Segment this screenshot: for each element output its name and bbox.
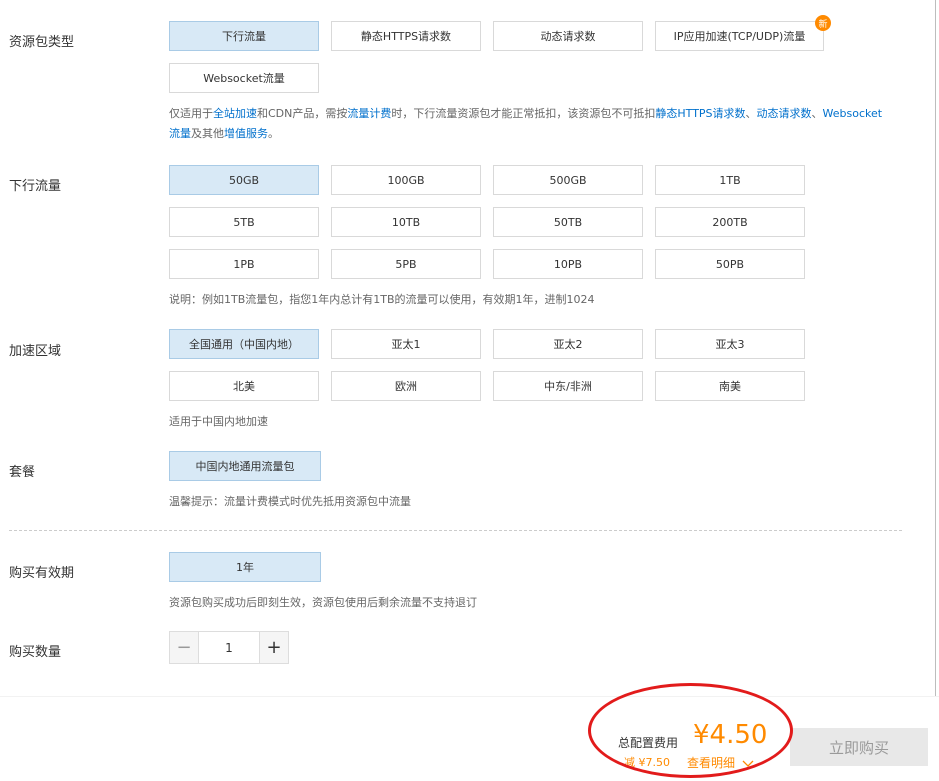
https-requests-link[interactable]: 静态HTTPS请求数 <box>655 107 745 120</box>
note-text: 、 <box>811 107 823 120</box>
note-text: 及其他 <box>191 127 224 140</box>
traffic-option-5tb[interactable]: 5TB <box>169 207 319 237</box>
quantity-label: 购买数量 <box>9 645 62 660</box>
region-option-europe[interactable]: 欧洲 <box>331 371 481 401</box>
region-label: 加速区域 <box>9 344 62 359</box>
traffic-note: 说明：例如1TB流量包，指您1年内总计有1TB的流量可以使用，有效期1年，进制1… <box>169 293 595 306</box>
chevron-down-icon <box>742 760 754 767</box>
region-option-mainland[interactable]: 全国通用（中国内地） <box>169 329 319 359</box>
traffic-option-500gb[interactable]: 500GB <box>493 165 643 195</box>
plan-option-mainland-traffic[interactable]: 中国内地通用流量包 <box>169 451 321 481</box>
buy-now-button[interactable]: 立即购买 <box>790 728 928 766</box>
region-option-south-america[interactable]: 南美 <box>655 371 805 401</box>
total-cost-label: 总配置费用 <box>618 736 679 750</box>
traffic-label: 下行流量 <box>9 179 62 194</box>
region-option-apac3[interactable]: 亚太3 <box>655 329 805 359</box>
package-type-label: 资源包类型 <box>9 35 75 50</box>
right-border <box>935 0 936 700</box>
note-text: 、 <box>745 107 757 120</box>
validity-option-1-year[interactable]: 1年 <box>169 552 321 582</box>
quantity-input[interactable]: 1 <box>199 632 259 663</box>
note-text: 和CDN产品，需按 <box>257 107 348 120</box>
package-type-option-ip-acceleration[interactable]: IP应用加速(TCP/UDP)流量 新 <box>655 15 831 51</box>
region-option-apac2[interactable]: 亚太2 <box>493 329 643 359</box>
note-text: 。 <box>268 127 279 140</box>
traffic-option-5pb[interactable]: 5PB <box>331 249 481 279</box>
traffic-option-10tb[interactable]: 10TB <box>331 207 481 237</box>
validity-label: 购买有效期 <box>9 566 75 581</box>
note-text: 仅适用于 <box>169 107 213 120</box>
quantity-stepper: − 1 + <box>169 631 289 664</box>
traffic-billing-link[interactable]: 流量计费 <box>347 107 391 120</box>
package-type-option-https[interactable]: 静态HTTPS请求数 <box>331 21 481 51</box>
new-badge: 新 <box>815 15 831 31</box>
region-option-apac1[interactable]: 亚太1 <box>331 329 481 359</box>
total-price: ¥4.50 <box>693 720 768 750</box>
traffic-option-200tb[interactable]: 200TB <box>655 207 805 237</box>
increment-button[interactable]: + <box>259 632 288 663</box>
decrement-button[interactable]: − <box>170 632 199 663</box>
plan-note: 温馨提示：流量计费模式时优先抵用资源包中流量 <box>169 495 411 508</box>
region-option-mea[interactable]: 中东/非洲 <box>493 371 643 401</box>
dcdn-link[interactable]: 全站加速 <box>213 107 257 120</box>
package-type-option-traffic[interactable]: 下行流量 <box>169 21 319 51</box>
traffic-option-50tb[interactable]: 50TB <box>493 207 643 237</box>
traffic-option-1tb[interactable]: 1TB <box>655 165 805 195</box>
dynamic-requests-link[interactable]: 动态请求数 <box>757 107 812 120</box>
package-type-option-websocket[interactable]: Websocket流量 <box>169 63 319 93</box>
discount-amount: 减 ¥7.50 <box>624 756 670 769</box>
package-type-option-ip-acceleration-label: IP应用加速(TCP/UDP)流量 <box>673 30 806 43</box>
view-details-label: 查看明细 <box>687 756 736 770</box>
plan-label: 套餐 <box>9 465 36 480</box>
view-details-link[interactable]: 查看明细 <box>687 754 754 771</box>
value-added-services-link[interactable]: 增值服务 <box>224 127 268 140</box>
purchase-form: 资源包类型 下行流量 静态HTTPS请求数 动态请求数 IP应用加速(TCP/U… <box>0 0 939 697</box>
package-type-option-dynamic[interactable]: 动态请求数 <box>493 21 643 51</box>
traffic-option-50pb[interactable]: 50PB <box>655 249 805 279</box>
traffic-option-100gb[interactable]: 100GB <box>331 165 481 195</box>
note-text: 时，下行流量资源包才能正常抵扣，该资源包不可抵扣 <box>391 107 656 120</box>
region-note: 适用于中国内地加速 <box>169 415 268 428</box>
validity-note: 资源包购买成功后即刻生效，资源包使用后剩余流量不支持退订 <box>169 596 477 609</box>
traffic-option-10pb[interactable]: 10PB <box>493 249 643 279</box>
traffic-option-1pb[interactable]: 1PB <box>169 249 319 279</box>
region-option-north-america[interactable]: 北美 <box>169 371 319 401</box>
traffic-option-50gb[interactable]: 50GB <box>169 165 319 195</box>
section-divider <box>9 530 902 531</box>
package-type-note: 仅适用于全站加速和CDN产品，需按流量计费时，下行流量资源包才能正常抵扣，该资源… <box>169 104 889 144</box>
